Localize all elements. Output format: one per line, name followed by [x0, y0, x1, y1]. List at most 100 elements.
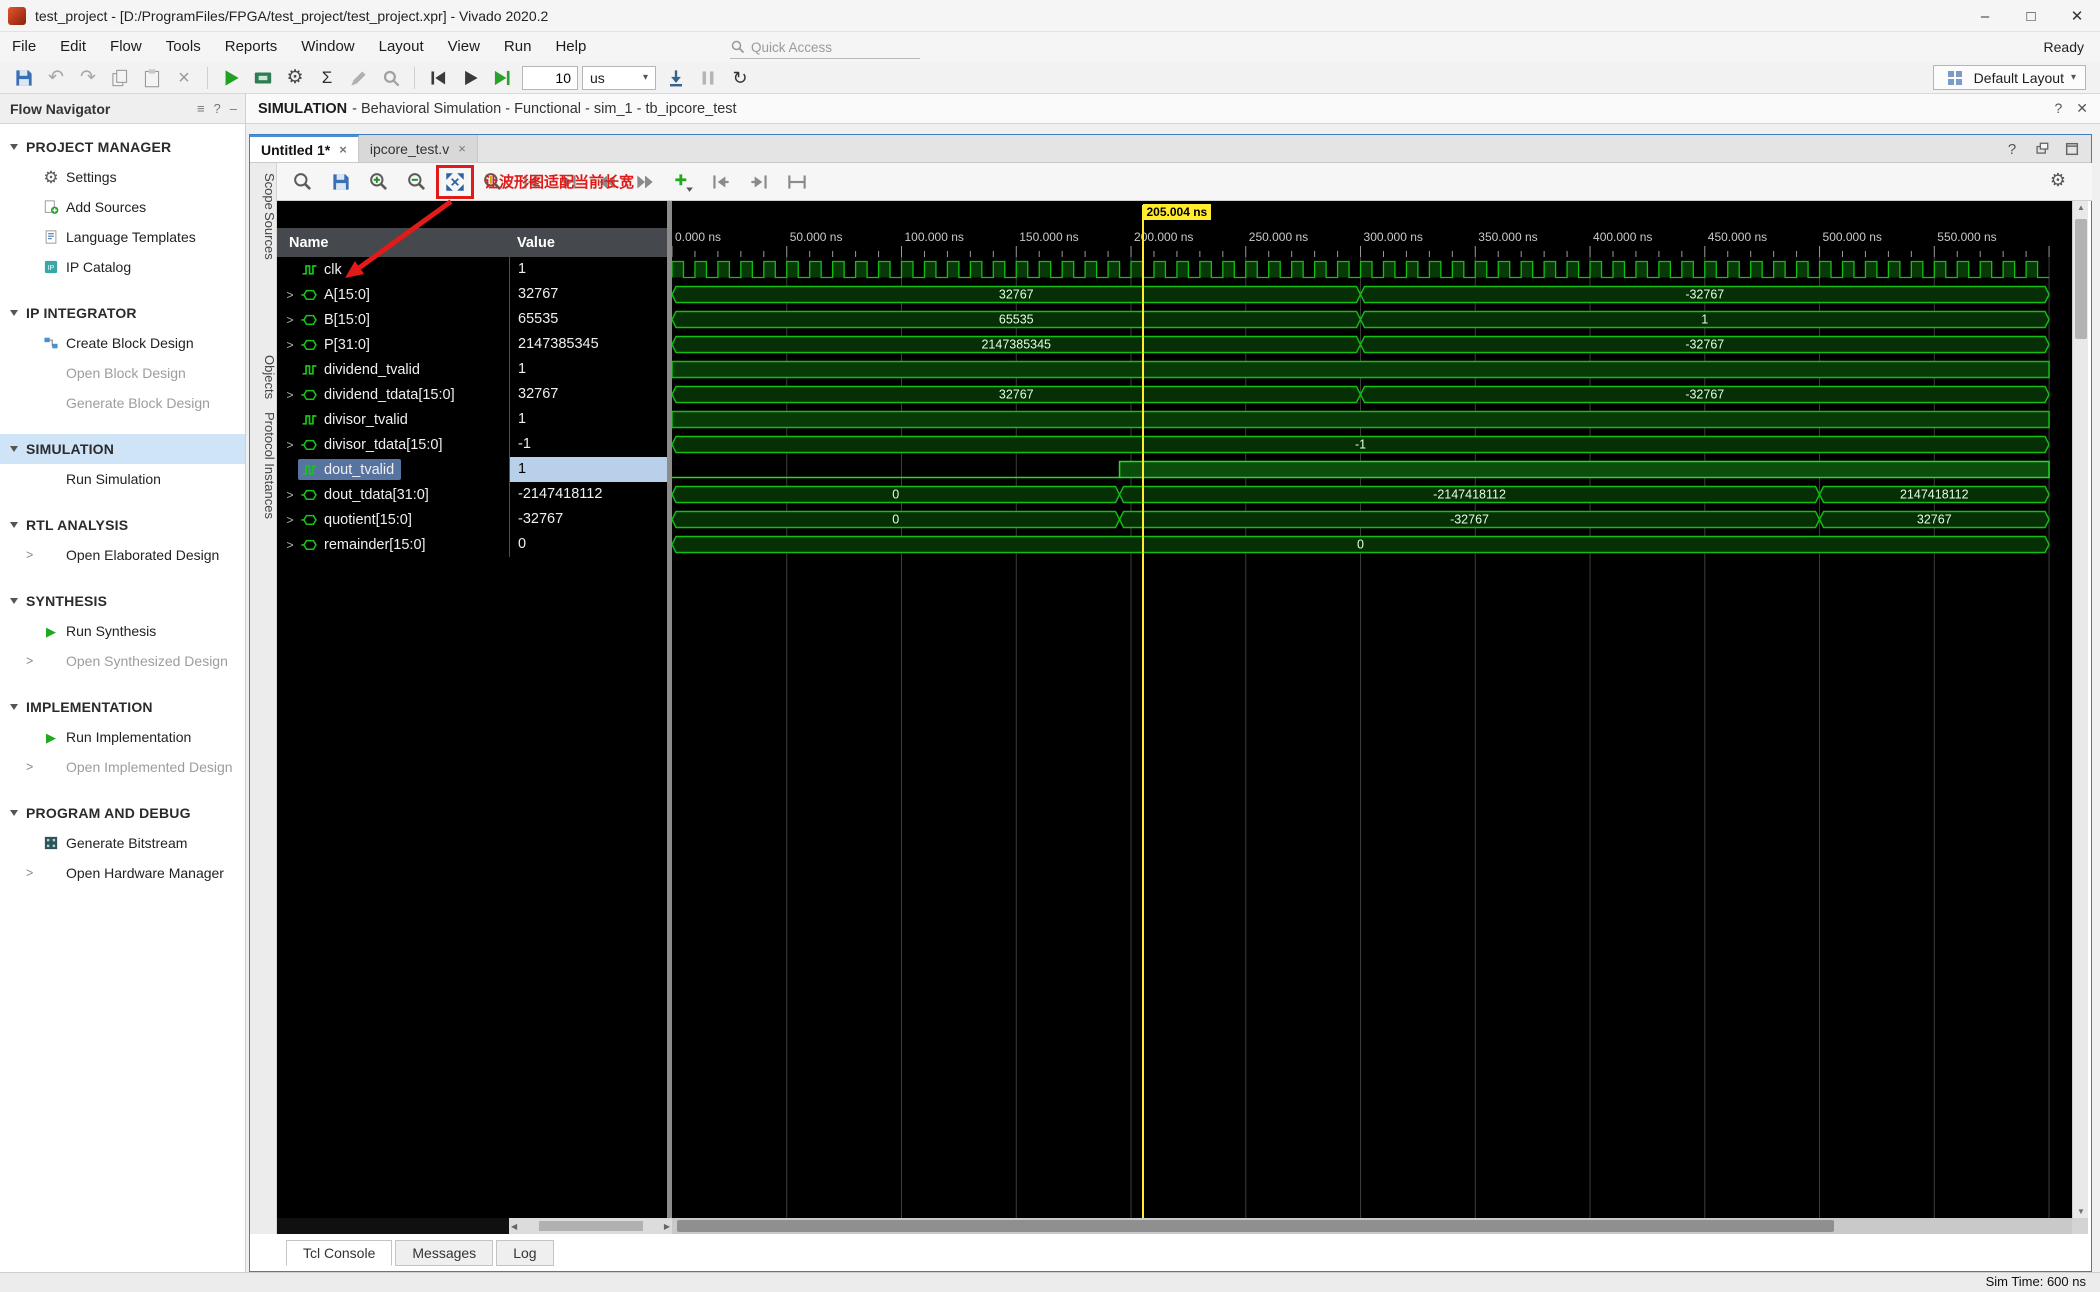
menu-help[interactable]: Help [543, 32, 598, 62]
signal-value-divisor-tvalid[interactable]: 1 [510, 407, 667, 432]
toggle-icon[interactable]: ≡ [197, 101, 205, 116]
probe-icon[interactable] [379, 66, 403, 90]
signal-name-remainder-15-0[interactable]: > remainder[15:0] [277, 532, 509, 557]
waveform-canvas[interactable]: 32767 -32767 65535 1 2147385345 -32767 32767 -3… [672, 201, 2072, 1218]
signal-name-dout-tdata-31-0[interactable]: > dout_tdata[31:0] [277, 482, 509, 507]
tab-ipcore-test-v[interactable]: ipcore_test.v × [358, 135, 478, 162]
nav-item-run-implementation[interactable]: ▶ Run Implementation [0, 722, 245, 752]
add-wave-icon[interactable] [671, 170, 695, 194]
nav-item-create-block-design[interactable]: Create Block Design [0, 328, 245, 358]
expand-chevron-icon[interactable]: > [282, 338, 298, 352]
flow-section-header-rtl-analysis[interactable]: RTL ANALYSIS [0, 510, 245, 540]
signal-name-clk[interactable]: clk [277, 257, 509, 282]
wave-settings-gear-icon[interactable]: ⚙ [2048, 170, 2068, 190]
signal-name-a-15-0[interactable]: > A[15:0] [277, 282, 509, 307]
time-unit-select[interactable]: us ▾ [582, 65, 656, 90]
side-tab-sources[interactable]: Sources [250, 208, 277, 264]
minimize-button[interactable]: – [1962, 0, 2008, 32]
nav-item-settings[interactable]: ⚙ Settings [0, 162, 245, 192]
save-icon[interactable] [12, 66, 36, 90]
float-panel-icon[interactable] [2033, 140, 2051, 158]
console-tab-log[interactable]: Log [496, 1240, 554, 1266]
swap-ends-icon[interactable] [785, 170, 809, 194]
paste-icon[interactable] [140, 66, 164, 90]
signal-value-dividend-tvalid[interactable]: 1 [510, 357, 667, 382]
zoom-in-icon[interactable] [367, 170, 391, 194]
menu-tools[interactable]: Tools [154, 32, 213, 62]
collapse-icon[interactable]: – [230, 101, 237, 116]
signal-name-b-15-0[interactable]: > B[15:0] [277, 307, 509, 332]
menu-window[interactable]: Window [289, 32, 366, 62]
undo-icon[interactable]: ↶ [44, 66, 68, 90]
nav-item-ip-catalog[interactable]: IP IP Catalog [0, 252, 245, 282]
close-icon[interactable]: ✕ [2076, 100, 2088, 117]
maximize-panel-icon[interactable] [2063, 140, 2081, 158]
signal-name-divisor-tdata-15-0[interactable]: > divisor_tdata[15:0] [277, 432, 509, 457]
name-column-scrollbar[interactable]: ◀ ▶ [509, 1218, 672, 1234]
scroll-up-icon[interactable]: ▲ [2073, 203, 2089, 212]
save-waveform-icon[interactable] [329, 170, 353, 194]
signal-value-dout-tdata-31-0[interactable]: -2147418112 [510, 482, 667, 507]
flow-section-header-ip-integrator[interactable]: IP INTEGRATOR [0, 298, 245, 328]
find-icon[interactable] [291, 170, 315, 194]
sigma-icon[interactable]: Σ [315, 66, 339, 90]
vertical-scrollbar[interactable]: ▲ ▼ [2072, 201, 2088, 1218]
help-icon[interactable]: ? [214, 101, 221, 116]
run-for-time-icon[interactable] [490, 66, 514, 90]
nav-item-open-hardware-manager[interactable]: > Open Hardware Manager [0, 858, 245, 888]
last-transition-icon[interactable] [633, 170, 657, 194]
tab-untitled-1[interactable]: Untitled 1* × [250, 135, 359, 162]
run-all-icon[interactable] [458, 66, 482, 90]
side-tab-protocol-instances[interactable]: Protocol Instances [250, 408, 277, 523]
flow-section-header-program-and-debug[interactable]: PROGRAM AND DEBUG [0, 798, 245, 828]
nav-item-run-simulation[interactable]: Run Simulation [0, 464, 245, 494]
go-to-start-icon[interactable] [709, 170, 733, 194]
close-icon[interactable]: × [458, 141, 466, 156]
signal-name-p-31-0[interactable]: > P[31:0] [277, 332, 509, 357]
signal-value-b-15-0[interactable]: 65535 [510, 307, 667, 332]
step-icon[interactable] [664, 66, 688, 90]
expand-chevron-icon[interactable]: > [282, 313, 298, 327]
signal-name-dout-tvalid[interactable]: dout_tvalid [277, 457, 509, 482]
signal-value-remainder-15-0[interactable]: 0 [510, 532, 667, 557]
nav-item-generate-block-design[interactable]: Generate Block Design [0, 388, 245, 418]
signal-name-dividend-tdata-15-0[interactable]: > dividend_tdata[15:0] [277, 382, 509, 407]
nav-item-run-synthesis[interactable]: ▶ Run Synthesis [0, 616, 245, 646]
expand-chevron-icon[interactable]: > [282, 538, 298, 552]
wave-scrollbar-thumb[interactable] [677, 1220, 1834, 1232]
redo-icon[interactable]: ↷ [76, 66, 100, 90]
nav-item-open-synthesized-design[interactable]: > Open Synthesized Design [0, 646, 245, 676]
signal-value-divisor-tdata-15-0[interactable]: -1 [510, 432, 667, 457]
scroll-left-icon[interactable]: ◀ [511, 1222, 517, 1231]
relaunch-icon[interactable]: ↻ [728, 66, 752, 90]
signal-value-p-31-0[interactable]: 2147385345 [510, 332, 667, 357]
menu-edit[interactable]: Edit [48, 32, 98, 62]
time-cursor[interactable] [1141, 205, 1144, 1218]
nav-item-open-block-design[interactable]: Open Block Design [0, 358, 245, 388]
signal-value-a-15-0[interactable]: 32767 [510, 282, 667, 307]
scroll-down-icon[interactable]: ▼ [2073, 1207, 2089, 1216]
help-icon[interactable]: ? [2003, 140, 2021, 158]
flow-section-header-simulation[interactable]: SIMULATION [0, 434, 245, 464]
edit-icon[interactable] [347, 66, 371, 90]
signal-name-divisor-tvalid[interactable]: divisor_tvalid [277, 407, 509, 432]
flow-section-header-project-manager[interactable]: PROJECT MANAGER [0, 132, 245, 162]
name-scrollbar-thumb[interactable] [538, 1221, 643, 1231]
zoom-out-icon[interactable] [405, 170, 429, 194]
menu-file[interactable]: File [0, 32, 48, 62]
signal-name-dividend-tvalid[interactable]: dividend_tvalid [277, 357, 509, 382]
settings-gear-icon[interactable]: ⚙ [283, 66, 307, 90]
flow-section-header-implementation[interactable]: IMPLEMENTATION [0, 692, 245, 722]
quick-access-search[interactable]: Quick Access [730, 36, 920, 59]
expand-chevron-icon[interactable]: > [282, 513, 298, 527]
copy-icon[interactable] [108, 66, 132, 90]
signal-value-dividend-tdata-15-0[interactable]: 32767 [510, 382, 667, 407]
nav-item-open-elaborated-design[interactable]: > Open Elaborated Design [0, 540, 245, 570]
pause-icon[interactable] [696, 66, 720, 90]
close-icon[interactable]: × [339, 142, 347, 157]
go-to-end-icon[interactable] [747, 170, 771, 194]
restart-icon[interactable] [426, 66, 450, 90]
nav-item-language-templates[interactable]: Language Templates [0, 222, 245, 252]
wave-horizontal-scrollbar[interactable] [672, 1218, 2072, 1234]
program-device-icon[interactable] [251, 66, 275, 90]
